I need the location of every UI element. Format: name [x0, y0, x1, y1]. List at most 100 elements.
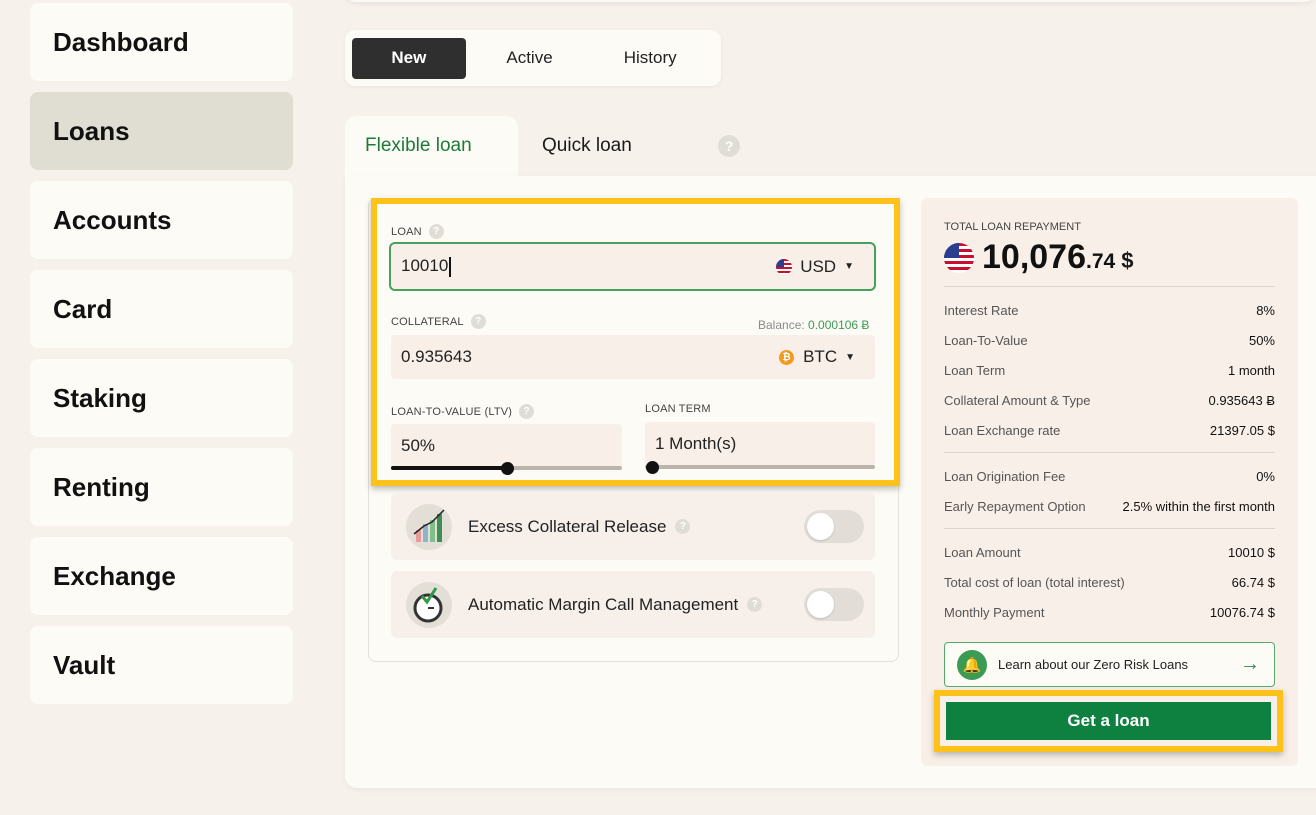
text-cursor [449, 256, 451, 277]
excess-collateral-label: Excess Collateral Release ? [468, 517, 691, 537]
row-value: 0.935643 Ƀ [1208, 393, 1275, 408]
collateral-amount-value: 0.935643 [401, 347, 472, 366]
term-slider-track[interactable] [645, 465, 875, 469]
ltv-slider-handle[interactable] [500, 462, 514, 475]
term-slider-handle[interactable] [646, 461, 659, 474]
stopwatch-check-icon [406, 581, 452, 628]
collateral-label-text: COLLATERAL [391, 315, 464, 328]
summary-row: Monthly Payment 10076.74 $ [944, 605, 1275, 620]
collateral-currency-select[interactable]: ₿ BTC ▼ [779, 347, 855, 367]
collateral-amount-input[interactable]: 0.935643 ₿ BTC ▼ [391, 335, 875, 379]
tab-quick-loan[interactable]: Quick loan [518, 116, 678, 176]
zero-risk-link-text: Learn about our Zero Risk Loans [998, 657, 1189, 672]
row-label: Monthly Payment [944, 605, 1045, 620]
row-value: 10076.74 $ [1209, 605, 1275, 620]
loan-type-tabs: Flexible loan Quick loan ? [345, 116, 740, 176]
chart-growth-icon [406, 503, 452, 550]
bell-icon: 🔔 [957, 649, 987, 680]
sidebar-item-renting[interactable]: Renting [30, 448, 293, 526]
total-repayment: 10,076 .74 $ [944, 238, 1133, 277]
loan-label-text: LOAN [391, 225, 422, 238]
sidebar-item-vault[interactable]: Vault [30, 626, 293, 704]
summary-divider [944, 452, 1275, 453]
margin-call-help-icon[interactable]: ? [747, 597, 763, 612]
top-panel-edge [344, 0, 1316, 2]
collateral-label: COLLATERAL ? [391, 314, 486, 329]
loan-term-input[interactable]: 1 Month(s) [645, 422, 875, 466]
caret-down-icon: ▼ [844, 261, 854, 272]
summary-row: Loan Term 1 month [944, 363, 1275, 378]
caret-down-icon: ▼ [845, 351, 855, 363]
loan-status-tabs: New Active History [345, 30, 721, 86]
margin-call-label: Automatic Margin Call Management ? [468, 594, 763, 615]
row-label: Loan Exchange rate [944, 423, 1061, 438]
row-value: 21397.05 $ [1209, 423, 1275, 438]
ltv-help-icon[interactable]: ? [519, 404, 535, 419]
sidebar-item-dashboard[interactable]: Dashboard [30, 3, 293, 81]
row-value: 10010 $ [1228, 545, 1275, 560]
tab-active[interactable]: Active [473, 38, 587, 79]
summary-row: Loan Origination Fee 0% [944, 469, 1275, 484]
tab-history[interactable]: History [593, 38, 707, 79]
loan-help-icon[interactable]: ? [428, 224, 444, 239]
loan-currency-label: USD [800, 256, 837, 276]
help-icon[interactable]: ? [718, 135, 740, 157]
collateral-help-icon[interactable]: ? [470, 314, 486, 329]
ltv-label-text: LOAN-TO-VALUE (LTV) [391, 405, 513, 418]
get-loan-button[interactable]: Get a loan [946, 702, 1271, 740]
row-label: Loan-To-Value [944, 333, 1028, 348]
summary-row: Loan-To-Value 50% [944, 333, 1275, 348]
margin-call-text: Automatic Margin Call Management [468, 594, 739, 614]
bitcoin-icon: ₿ [779, 349, 795, 365]
ltv-value: 50% [401, 436, 436, 455]
sidebar-item-accounts[interactable]: Accounts [30, 181, 293, 259]
row-label: Loan Origination Fee [944, 469, 1066, 484]
summary-row: Early Repayment Option 2.5% within the fi… [944, 499, 1275, 514]
term-label: LOAN TERM [645, 403, 711, 415]
row-label: Loan Amount [944, 545, 1021, 560]
margin-call-option: Automatic Margin Call Management ? [391, 571, 875, 638]
summary-divider [944, 286, 1275, 287]
row-value: 66.74 $ [1231, 575, 1275, 590]
ltv-slider-fill [391, 466, 507, 470]
sidebar-item-loans[interactable]: Loans [30, 92, 293, 170]
balance-value: 0.000106 Ƀ [808, 318, 870, 332]
balance-label: Balance: [758, 318, 805, 332]
total-amount: 10,076 [982, 238, 1086, 276]
margin-call-toggle[interactable] [804, 588, 864, 621]
sidebar-item-exchange[interactable]: Exchange [30, 537, 293, 615]
row-label: Loan Term [944, 363, 1006, 378]
total-currency: $ [1121, 247, 1134, 273]
sidebar-item-staking[interactable]: Staking [30, 359, 293, 437]
sidebar-item-card[interactable]: Card [30, 270, 293, 348]
row-value: 0% [1256, 469, 1275, 484]
excess-collateral-toggle[interactable] [804, 510, 864, 543]
tab-flexible-loan[interactable]: Flexible loan [345, 116, 518, 176]
row-value: 1 month [1228, 363, 1275, 378]
zero-risk-loans-link[interactable]: 🔔 Learn about our Zero Risk Loans → [944, 642, 1275, 687]
row-label: Collateral Amount & Type [944, 393, 1091, 408]
excess-collateral-help-icon[interactable]: ? [675, 519, 691, 534]
tab-new[interactable]: New [352, 37, 466, 79]
row-value: 50% [1248, 333, 1275, 348]
summary-divider [944, 528, 1275, 529]
summary-row: Loan Amount 10010 $ [944, 545, 1275, 560]
term-label-text: LOAN TERM [645, 403, 711, 415]
summary-row: Collateral Amount & Type 0.935643 Ƀ [944, 393, 1275, 408]
arrow-right-icon: → [1240, 653, 1260, 675]
collateral-currency-label: BTC [803, 347, 838, 366]
loan-amount-value: 10010 [401, 256, 449, 276]
row-value: 2.5% within the first month [1122, 499, 1275, 514]
total-cents: .74 [1086, 249, 1116, 273]
loan-currency-select[interactable]: USD ▼ [776, 257, 854, 277]
loan-label: LOAN ? [391, 224, 444, 239]
row-label: Total cost of loan (total interest) [944, 575, 1125, 590]
us-flag-icon [944, 242, 974, 273]
loan-term-value: 1 Month(s) [655, 434, 737, 453]
row-label: Early Repayment Option [944, 499, 1086, 514]
ltv-label: LOAN-TO-VALUE (LTV) ? [391, 404, 535, 419]
row-value: 8% [1256, 303, 1275, 318]
loan-amount-input[interactable]: 10010 USD ▼ [389, 242, 876, 291]
excess-collateral-release-option: Excess Collateral Release ? [391, 493, 875, 560]
sidebar: Dashboard Loans Accounts Card Staking Re… [30, 3, 293, 715]
